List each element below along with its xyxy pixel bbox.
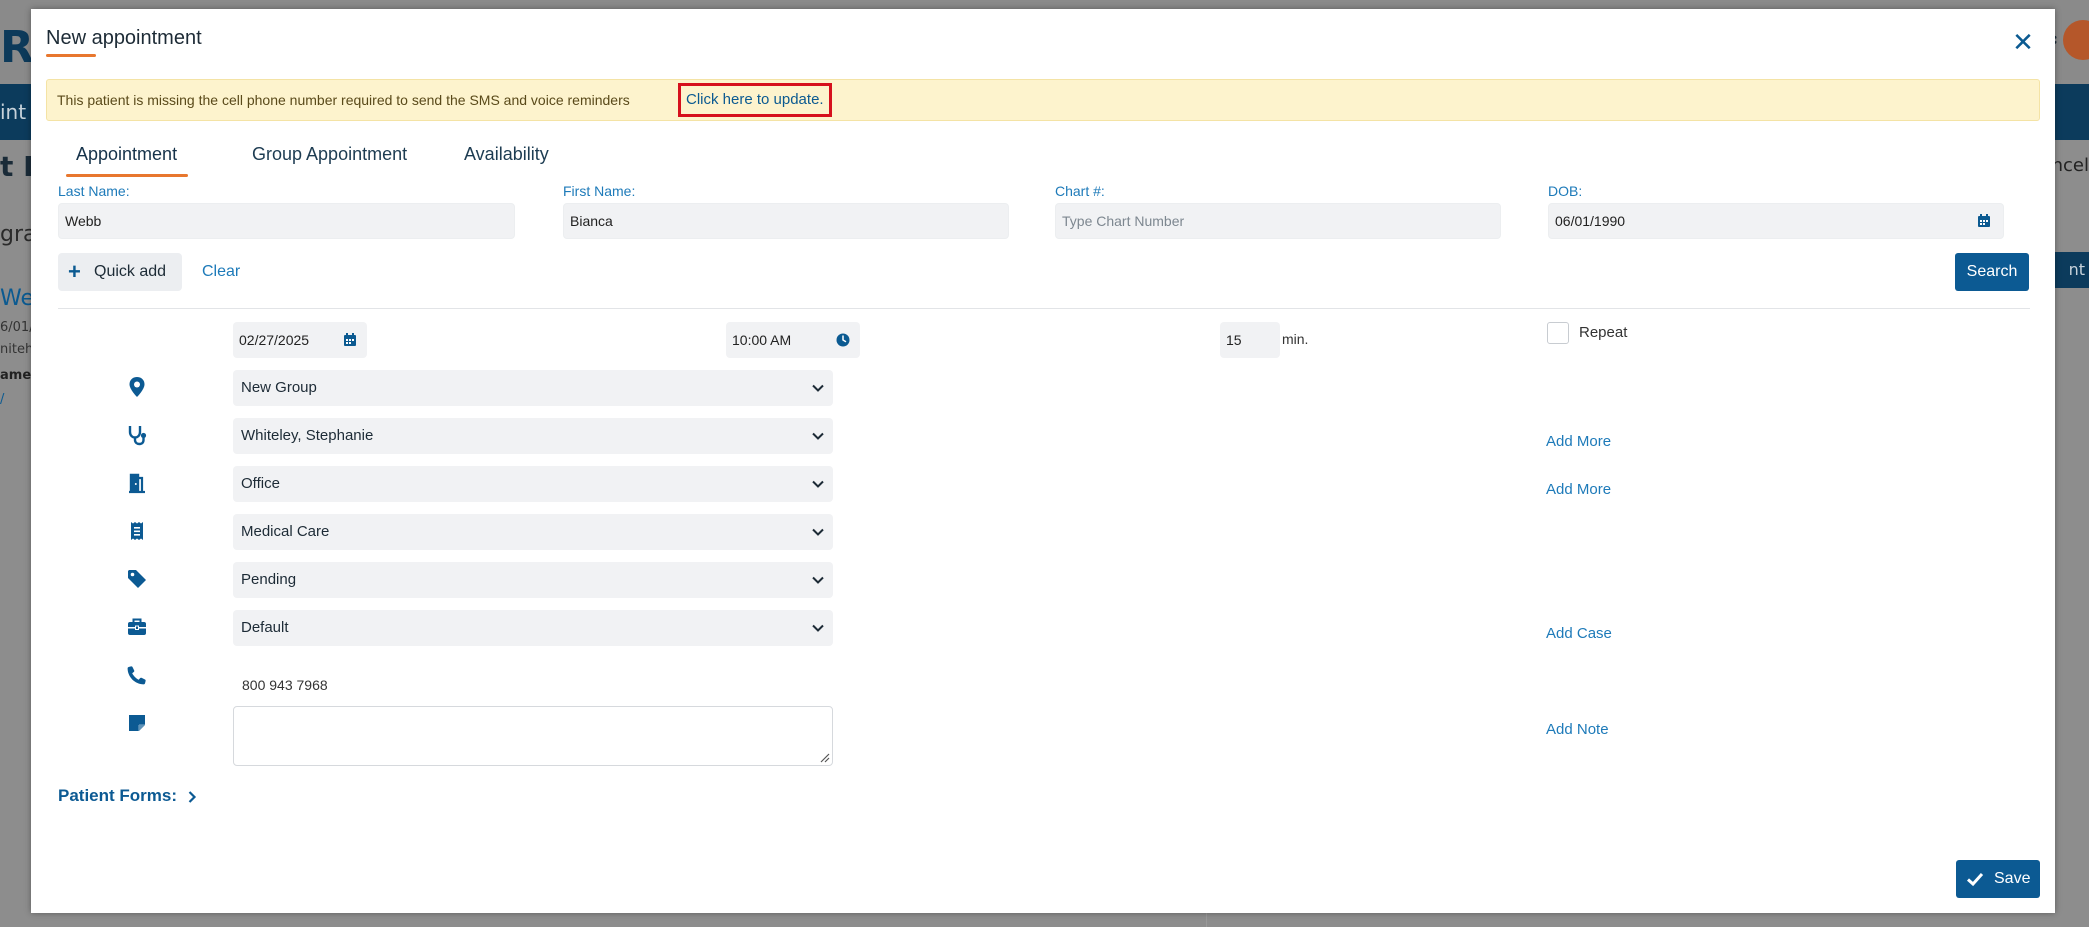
room-value: Office [241,475,280,492]
appointment-tabs: Appointment Group Appointment Availabili… [46,134,946,178]
add-more-room-link[interactable]: Add More [1546,481,1611,498]
chevron-down-icon [812,528,824,536]
date-value: 02/27/2025 [239,332,310,348]
date-field[interactable]: 02/27/2025 [233,322,367,358]
patient-phone: 800 943 7968 [242,677,328,693]
note-textarea[interactable] [233,706,833,766]
first-name-label: First Name: [563,183,636,199]
provider-select[interactable]: Whiteley, Stephanie [233,418,833,454]
status-select[interactable]: Pending [233,562,833,598]
chart-number-label: Chart #: [1055,183,1105,199]
chevron-down-icon [812,384,824,392]
chevron-right-icon[interactable] [185,790,199,804]
close-icon[interactable]: ✕ [2009,29,2037,57]
calendar-icon[interactable] [343,333,357,347]
patient-forms-toggle[interactable]: Patient Forms: [58,786,177,806]
add-case-link[interactable]: Add Case [1546,625,1612,642]
door-icon [129,473,145,494]
search-button[interactable]: Search [1955,253,2029,291]
bg-logo: R [0,22,34,73]
last-name-label: Last Name: [58,183,130,199]
active-tab-underline [66,174,188,177]
duration-unit: min. [1282,331,1309,347]
case-select[interactable]: Default [233,610,833,646]
resize-grip-icon[interactable] [820,753,830,763]
new-appointment-modal: New appointment ✕ This patient is missin… [31,9,2055,913]
phone-icon [127,666,146,685]
save-button[interactable]: Save [1956,860,2040,898]
last-name-input[interactable] [65,204,508,238]
check-icon [1966,872,1984,887]
dob-input[interactable] [1555,204,1997,238]
sticky-note-icon [129,715,145,731]
repeat-label: Repeat [1579,324,1628,341]
clear-link[interactable]: Clear [202,263,240,281]
tag-icon [128,570,146,588]
chevron-down-icon [812,624,824,632]
save-label: Save [1994,870,2031,887]
bg-card-line: 6/01/ [0,320,34,335]
room-select[interactable]: Office [233,466,833,502]
dob-field[interactable] [1548,203,2004,239]
duration-value: 15 [1226,332,1242,348]
receipt-icon [131,522,143,540]
chart-number-field[interactable] [1055,203,1501,239]
provider-value: Whiteley, Stephanie [241,427,374,444]
location-pin-icon [129,377,145,397]
section-divider [58,308,2030,309]
bg-cancel-text: ncel [2051,155,2089,176]
location-value: New Group [241,379,317,396]
chevron-down-icon [812,432,824,440]
chevron-down-icon [812,480,824,488]
clock-icon[interactable] [836,333,850,347]
case-value: Default [241,619,289,636]
bg-card-line: niteh [0,342,34,357]
appointment-type-value: Medical Care [241,523,330,540]
first-name-input[interactable] [570,204,1002,238]
title-underline [46,54,96,57]
bg-card-line: ame [0,368,32,383]
add-more-provider-link[interactable]: Add More [1546,433,1611,450]
missing-phone-alert: This patient is missing the cell phone n… [46,79,2040,121]
tab-group-appointment[interactable]: Group Appointment [252,144,407,165]
last-name-field[interactable] [58,203,515,239]
bg-divider [1206,912,1207,927]
alert-text: This patient is missing the cell phone n… [57,92,630,108]
update-phone-link[interactable]: Click here to update. [678,83,832,117]
quick-add-label: Quick add [94,263,167,280]
plus-icon: + [68,259,81,284]
chart-number-input[interactable] [1062,204,1494,238]
duration-field[interactable]: 15 [1220,322,1280,358]
bg-card-line: / [0,392,5,407]
appointment-type-select[interactable]: Medical Care [233,514,833,550]
stethoscope-icon [128,426,147,446]
modal-title: New appointment [46,27,202,49]
first-name-field[interactable] [563,203,1009,239]
bg-nav-text: int [0,100,27,124]
tab-appointment[interactable]: Appointment [76,144,177,165]
chevron-down-icon [812,576,824,584]
calendar-icon[interactable] [1977,214,1991,228]
tab-availability[interactable]: Availability [464,144,549,165]
time-value: 10:00 AM [732,332,792,348]
repeat-checkbox[interactable] [1547,322,1569,344]
briefcase-icon [128,618,146,635]
status-value: Pending [241,571,297,588]
time-field[interactable]: 10:00 AM [726,322,860,358]
location-select[interactable]: New Group [233,370,833,406]
dob-label: DOB: [1548,183,1583,199]
add-note-link[interactable]: Add Note [1546,721,1609,738]
quick-add-button[interactable]: + Quick add [58,253,182,291]
